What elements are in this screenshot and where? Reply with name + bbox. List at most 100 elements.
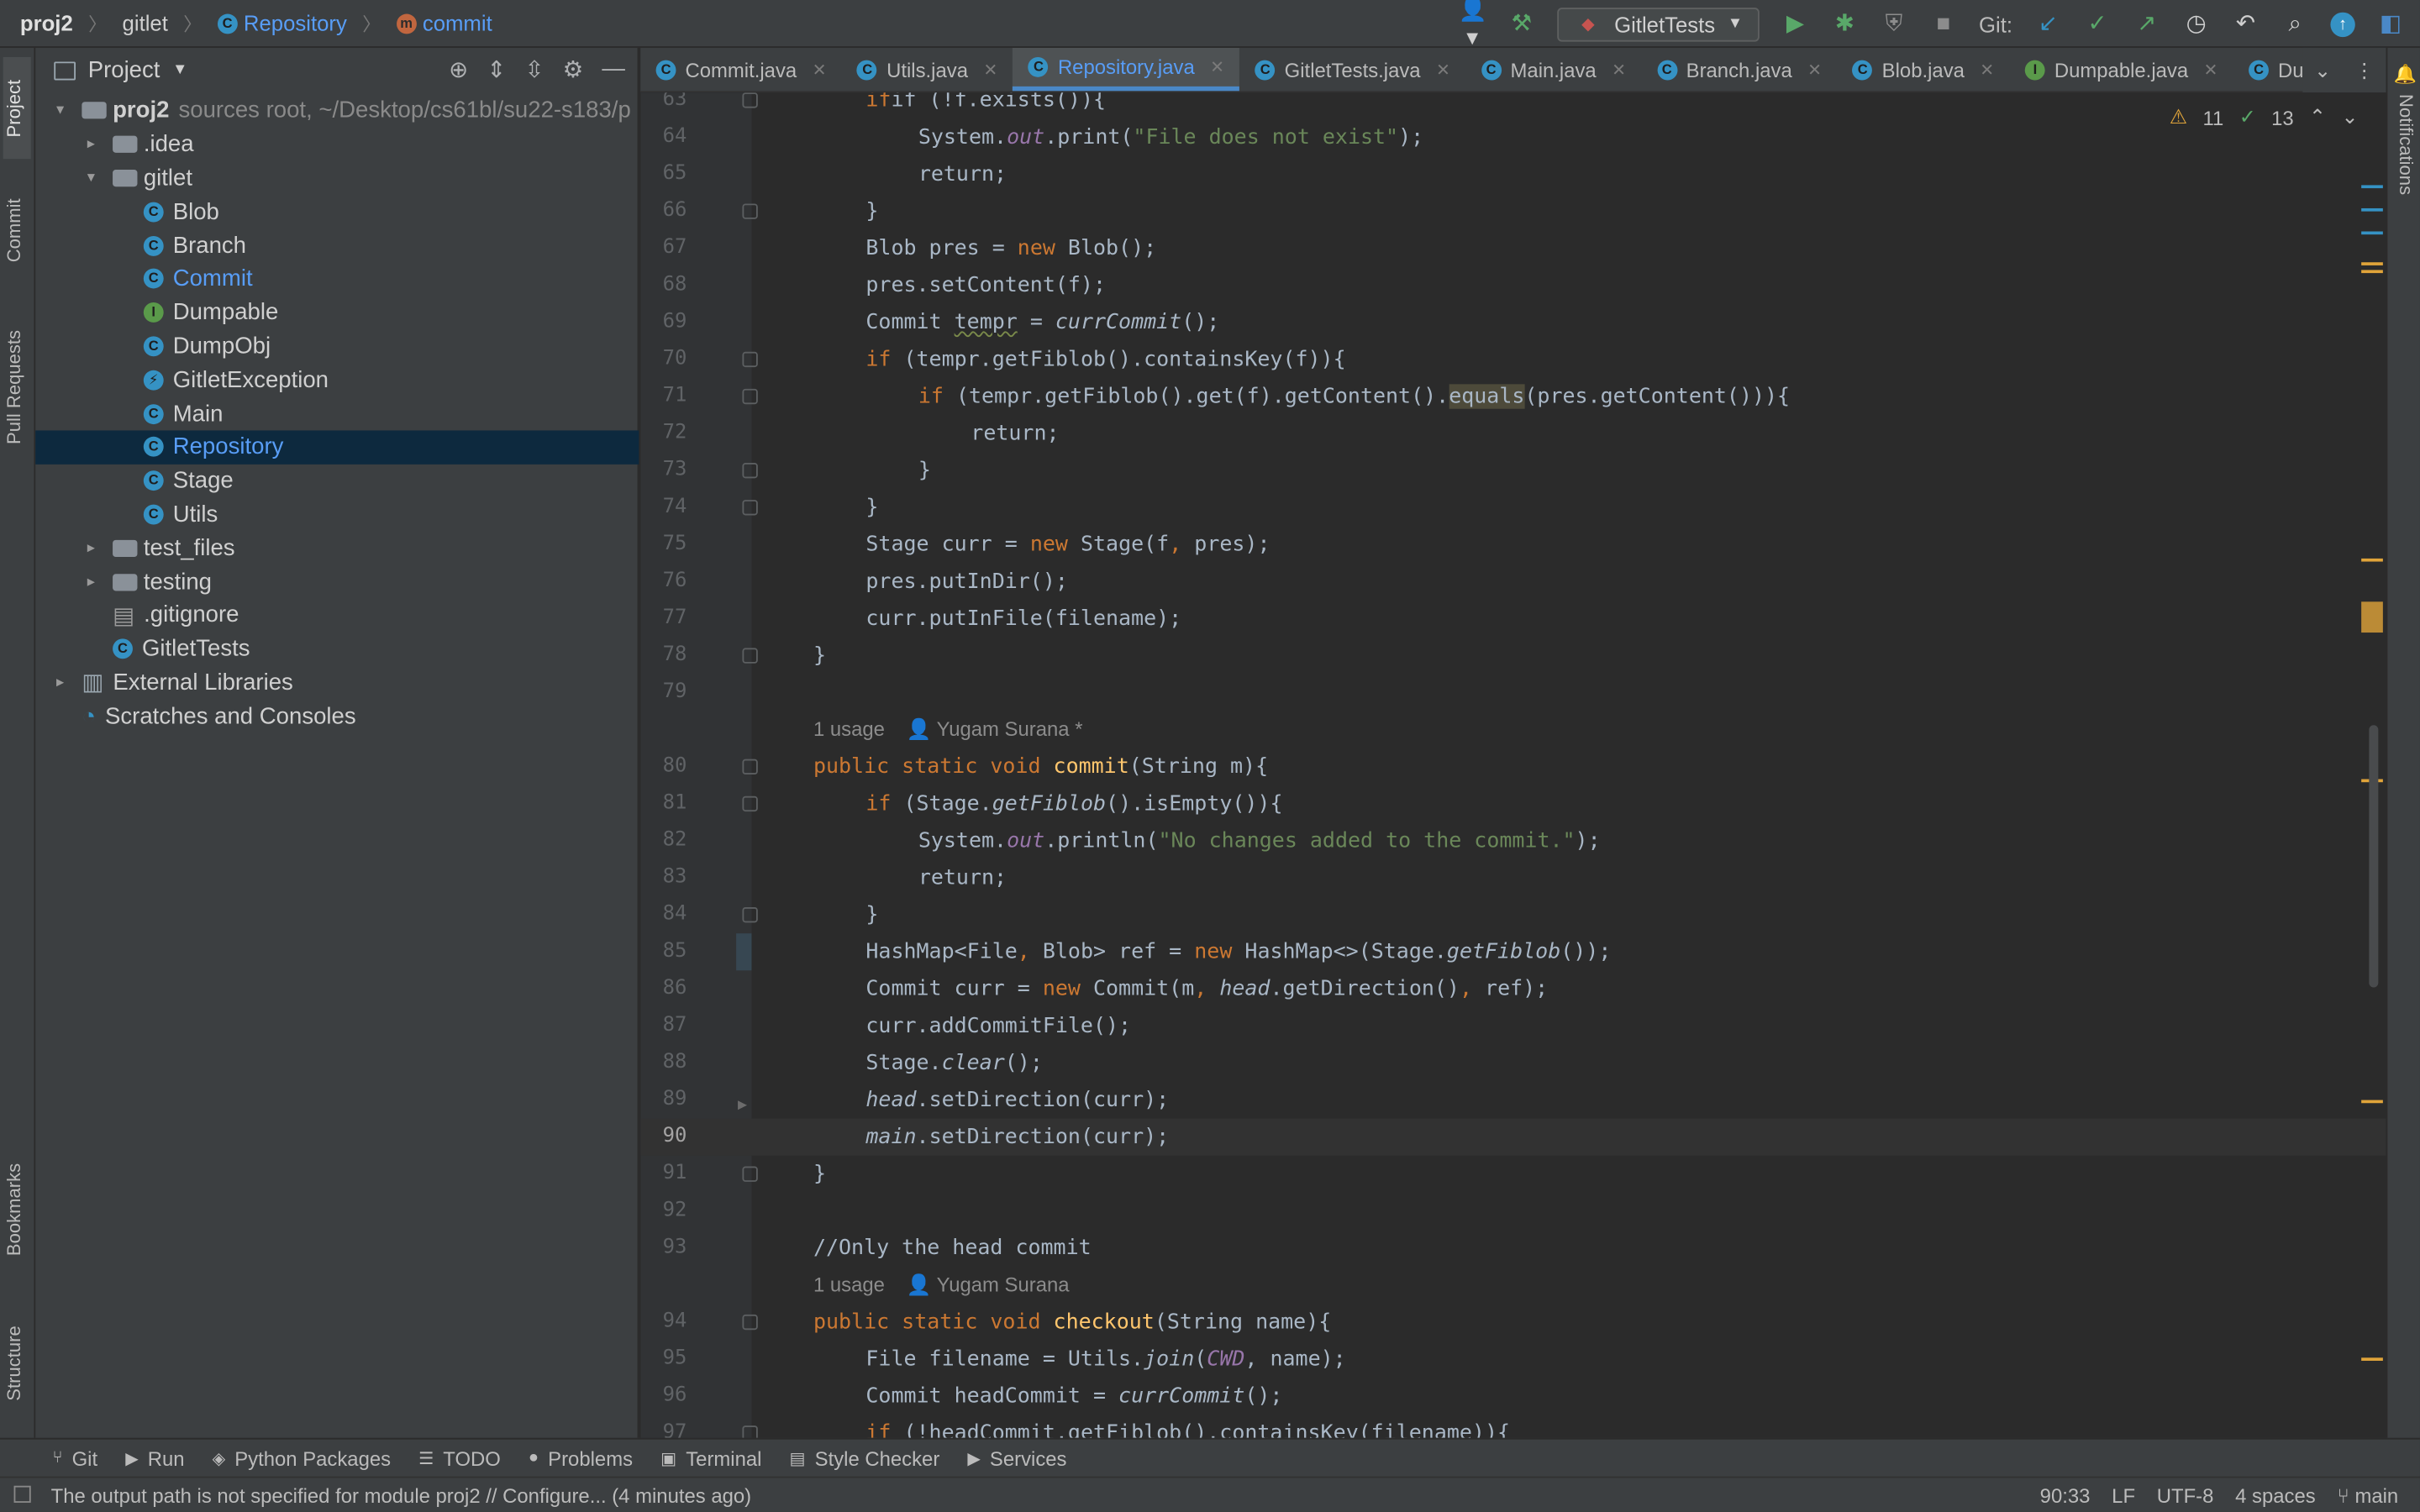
- code-line[interactable]: 85 HashMap<File, Blob> ref = new HashMap<…: [640, 933, 2386, 971]
- code-line[interactable]: 66}: [640, 193, 2386, 230]
- close-icon[interactable]: ✕: [1436, 60, 1450, 80]
- pull-requests-tool-button[interactable]: Pull Requests: [3, 313, 31, 461]
- close-icon[interactable]: ✕: [1980, 60, 1994, 80]
- structure-tool-button[interactable]: Structure: [3, 1310, 31, 1418]
- gear-icon[interactable]: ⚙: [563, 55, 584, 83]
- tree-item-main[interactable]: C Main: [35, 396, 639, 430]
- run-configuration-select[interactable]: ◆ GitletTests ▼: [1557, 7, 1760, 41]
- code-line[interactable]: 97 if (!headCommit.getFiblob().containsKe…: [640, 1415, 2386, 1438]
- tree-item-stage[interactable]: C Stage: [35, 464, 639, 497]
- tree-item-idea[interactable]: ▸ .idea: [35, 128, 639, 161]
- code-line[interactable]: 68 pres.setContent(f);: [640, 267, 2386, 304]
- code-line[interactable]: 80 public static void commit(String m){: [640, 748, 2386, 785]
- tree-item-gitignore[interactable]: ▤ .gitignore: [35, 599, 639, 633]
- tree-item-blob[interactable]: C Blob: [35, 195, 639, 228]
- layout-toggle-icon[interactable]: [13, 1485, 31, 1503]
- scrollbar-thumb[interactable]: [2369, 725, 2379, 988]
- collapse-all-icon[interactable]: ⇳: [524, 55, 544, 83]
- git-branch-widget[interactable]: ⑂ main: [2337, 1483, 2398, 1507]
- locate-file-icon[interactable]: ⊕: [449, 55, 468, 83]
- code-line[interactable]: 71 if (tempr.getFiblob().get(f).getConten…: [640, 378, 2386, 415]
- tab-blob-java[interactable]: C Blob.java ✕: [1837, 48, 2009, 91]
- breadcrumb-method[interactable]: commit: [423, 11, 492, 35]
- code-line[interactable]: 82 System.out.println("No changes added t…: [640, 822, 2386, 859]
- tree-item-gitlet[interactable]: ▾ gitlet: [35, 161, 639, 195]
- code-editor[interactable]: 63 ifif (!f.exists()){ 64 System.out.print…: [640, 92, 2386, 1438]
- usage-hint[interactable]: 1 usage 👤 Yugam Surana: [640, 1267, 2386, 1304]
- git-push-icon[interactable]: ↗: [2133, 10, 2160, 38]
- more-vertical-icon[interactable]: ⋮: [2354, 58, 2375, 82]
- tree-item-dumpable[interactable]: I Dumpable: [35, 296, 639, 329]
- inspection-widget[interactable]: ⚠ 11 ✓ 13 ⌃ ⌄: [2170, 105, 2359, 129]
- file-encoding[interactable]: UTF-8: [2157, 1483, 2214, 1507]
- code-line[interactable]: 92: [640, 1193, 2386, 1230]
- tab-dumpable-java[interactable]: I Dumpable.java ✕: [2010, 48, 2233, 91]
- stop-icon[interactable]: ■: [1929, 10, 1957, 38]
- tree-item-test-files[interactable]: ▸ test_files: [35, 531, 639, 564]
- tab-branch-java[interactable]: C Branch.java ✕: [1641, 48, 1837, 91]
- code-line[interactable]: 64 System.out.print("File does not exist"…: [640, 118, 2386, 155]
- run-icon[interactable]: ▶: [1781, 10, 1809, 38]
- status-message[interactable]: The output path is not specified for mod…: [0, 1483, 752, 1507]
- code-with-me-icon[interactable]: ◧: [2377, 10, 2405, 38]
- tree-item-gitletexception[interactable]: ⚡ GitletException: [35, 363, 639, 396]
- tab-main-java[interactable]: C Main.java ✕: [1465, 48, 1641, 91]
- code-line[interactable]: 74}: [640, 489, 2386, 526]
- code-line[interactable]: 67 Blob pres = new Blob();: [640, 230, 2386, 267]
- code-line[interactable]: 91}: [640, 1156, 2386, 1193]
- project-panel-title[interactable]: Project: [88, 57, 160, 83]
- code-line[interactable]: 70 if (tempr.getFiblob().containsKey(f)){: [640, 341, 2386, 378]
- chevron-down-icon[interactable]: ⌄: [2314, 58, 2331, 82]
- project-tool-button[interactable]: Project: [3, 56, 31, 160]
- tree-item-scratches-and-consoles[interactable]: ◔ Scratches and Consoles: [35, 700, 639, 733]
- build-hammer-icon[interactable]: ⚒: [1507, 10, 1535, 38]
- chevron-right-icon[interactable]: ▸: [82, 136, 100, 153]
- code-line[interactable]: 87 curr.addCommitFile();: [640, 1007, 2386, 1044]
- code-line[interactable]: 86 Commit curr = new Commit(m, head.getDi…: [640, 970, 2386, 1007]
- tool-python-packages[interactable]: ◈ Python Packages: [213, 1446, 391, 1470]
- tree-item-testing[interactable]: ▸ testing: [35, 565, 639, 599]
- debug-icon[interactable]: ✱: [1831, 10, 1859, 38]
- tree-item-repository[interactable]: C Repository: [35, 430, 639, 465]
- code-line[interactable]: 88 Stage.clear();: [640, 1044, 2386, 1081]
- commit-tool-button[interactable]: Commit: [3, 184, 31, 276]
- user-icon[interactable]: 👤▾: [1459, 0, 1487, 52]
- git-commit-icon[interactable]: ✓: [2084, 10, 2112, 38]
- close-icon[interactable]: ✕: [813, 60, 827, 80]
- close-icon[interactable]: ✕: [1612, 60, 1626, 80]
- code-line[interactable]: 89 ▶ head.setDirection(curr);: [640, 1082, 2386, 1119]
- close-icon[interactable]: ✕: [2203, 60, 2217, 80]
- breadcrumb-project[interactable]: proj2: [20, 11, 73, 35]
- chevron-right-icon[interactable]: ▸: [51, 675, 70, 691]
- rollback-icon[interactable]: ↶: [2232, 10, 2260, 38]
- chevron-up-icon[interactable]: ⌃: [2309, 105, 2326, 129]
- tab-repository-java[interactable]: C Repository.java ✕: [1013, 47, 1240, 92]
- tool-terminal[interactable]: ▣ Terminal: [660, 1446, 761, 1470]
- error-stripe[interactable]: [2361, 92, 2386, 1438]
- tool-git[interactable]: ⑂ Git: [52, 1446, 97, 1470]
- breadcrumb-package[interactable]: gitlet: [123, 11, 168, 35]
- hide-icon[interactable]: —: [602, 55, 625, 83]
- line-separator[interactable]: LF: [2112, 1483, 2135, 1507]
- search-icon[interactable]: ⌕: [2281, 10, 2309, 38]
- code-line[interactable]: 83 return;: [640, 859, 2386, 896]
- chevron-down-icon[interactable]: ▼: [172, 61, 187, 78]
- tab-gitlettests-java[interactable]: C GitletTests.java ✕: [1239, 48, 1465, 91]
- code-line[interactable]: 93//Only the head commit: [640, 1230, 2386, 1267]
- tool-run[interactable]: ▶ Run: [125, 1446, 184, 1470]
- tree-item-utils[interactable]: C Utils: [35, 497, 639, 531]
- code-line[interactable]: 73}: [640, 452, 2386, 489]
- code-line[interactable]: 77 curr.putInFile(filename);: [640, 600, 2386, 637]
- bell-icon[interactable]: 🔔: [2394, 63, 2417, 85]
- current-code-line[interactable]: 90 main.setDirection(curr);: [640, 1118, 2386, 1156]
- tool-style-checker[interactable]: ▤ Style Checker: [790, 1446, 940, 1470]
- code-line[interactable]: 94 public static void checkout(String nam…: [640, 1304, 2386, 1341]
- close-icon[interactable]: ✕: [983, 60, 997, 80]
- code-line[interactable]: 65 return;: [640, 156, 2386, 193]
- code-line[interactable]: 96 Commit headCommit = currCommit();: [640, 1378, 2386, 1415]
- tab-utils-java[interactable]: C Utils.java ✕: [842, 48, 1013, 91]
- code-line[interactable]: 75 Stage curr = new Stage(f, pres);: [640, 526, 2386, 563]
- code-line[interactable]: 76 pres.putInDir();: [640, 563, 2386, 600]
- tree-item-external-libraries[interactable]: ▸ ▥ External Libraries: [35, 666, 639, 700]
- history-icon[interactable]: ◷: [2182, 10, 2210, 38]
